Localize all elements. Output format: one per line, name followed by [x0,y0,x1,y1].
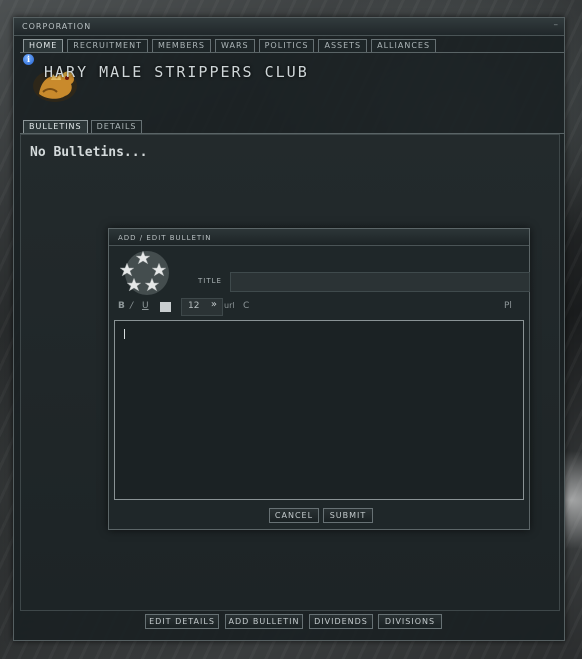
tab-politics[interactable]: POLITICS [258,39,315,53]
dividends-button[interactable]: DIVIDENDS [309,614,373,629]
title-label: TITLE [198,277,222,285]
text-cursor [124,329,125,339]
window-titlebar[interactable]: CORPORATION – [14,18,564,36]
tab-home[interactable]: HOME [23,39,64,53]
underline-button[interactable]: U [142,301,149,311]
bold-button[interactable]: B [118,301,125,311]
edit-details-button[interactable]: EDIT DETAILS [145,614,219,629]
dialog-title: ADD / EDIT BULLETIN [118,234,212,242]
tab-alliances[interactable]: ALLIANCES [371,39,437,53]
extra-format-button[interactable]: Pl [504,301,512,311]
stars-insignia-icon [119,250,169,295]
main-tabs: HOME RECRUITMENT MEMBERS WARS POLITICS A… [23,39,437,53]
bulletin-body-editor[interactable] [114,320,524,500]
window-title: CORPORATION [22,22,92,31]
cancel-button[interactable]: CANCEL [269,508,319,523]
tab-divider [20,52,564,53]
tab-assets[interactable]: ASSETS [318,39,368,53]
italic-button[interactable]: / [130,301,133,311]
add-bulletin-button[interactable]: ADD BULLETIN [225,614,303,629]
tab-details[interactable]: DETAILS [90,120,143,134]
font-size-value: 12 [188,301,200,311]
format-toolbar: B / U 12 » url C Pl [118,298,522,316]
divisions-button[interactable]: DIVISIONS [378,614,442,629]
add-edit-bulletin-dialog: ADD / EDIT BULLETIN TITLE B / U 12 » url… [108,228,530,530]
font-size-select[interactable]: 12 » [181,298,223,316]
url-button[interactable]: url [224,301,235,310]
tab-recruitment[interactable]: RECRUITMENT [67,39,148,53]
tab-members[interactable]: MEMBERS [151,39,212,53]
minimize-icon[interactable]: – [554,20,559,30]
empty-state-text: No Bulletins... [30,145,148,160]
submit-button[interactable]: SUBMIT [323,508,373,523]
tab-wars[interactable]: WARS [215,39,255,53]
title-input[interactable] [230,272,530,292]
content-subtabs: BULLETINS DETAILS [23,120,143,134]
chevron-down-icon: » [210,299,217,310]
dialog-titlebar[interactable]: ADD / EDIT BULLETIN [109,229,529,246]
bottom-button-bar: EDIT DETAILS ADD BULLETIN DIVIDENDS DIVI… [20,614,558,634]
clear-format-button[interactable]: C [243,301,249,311]
tab-bulletins[interactable]: BULLETINS [23,120,88,134]
text-color-swatch[interactable] [160,302,171,312]
corp-name: HARY MALE STRIPPERS CLUB [44,63,309,81]
